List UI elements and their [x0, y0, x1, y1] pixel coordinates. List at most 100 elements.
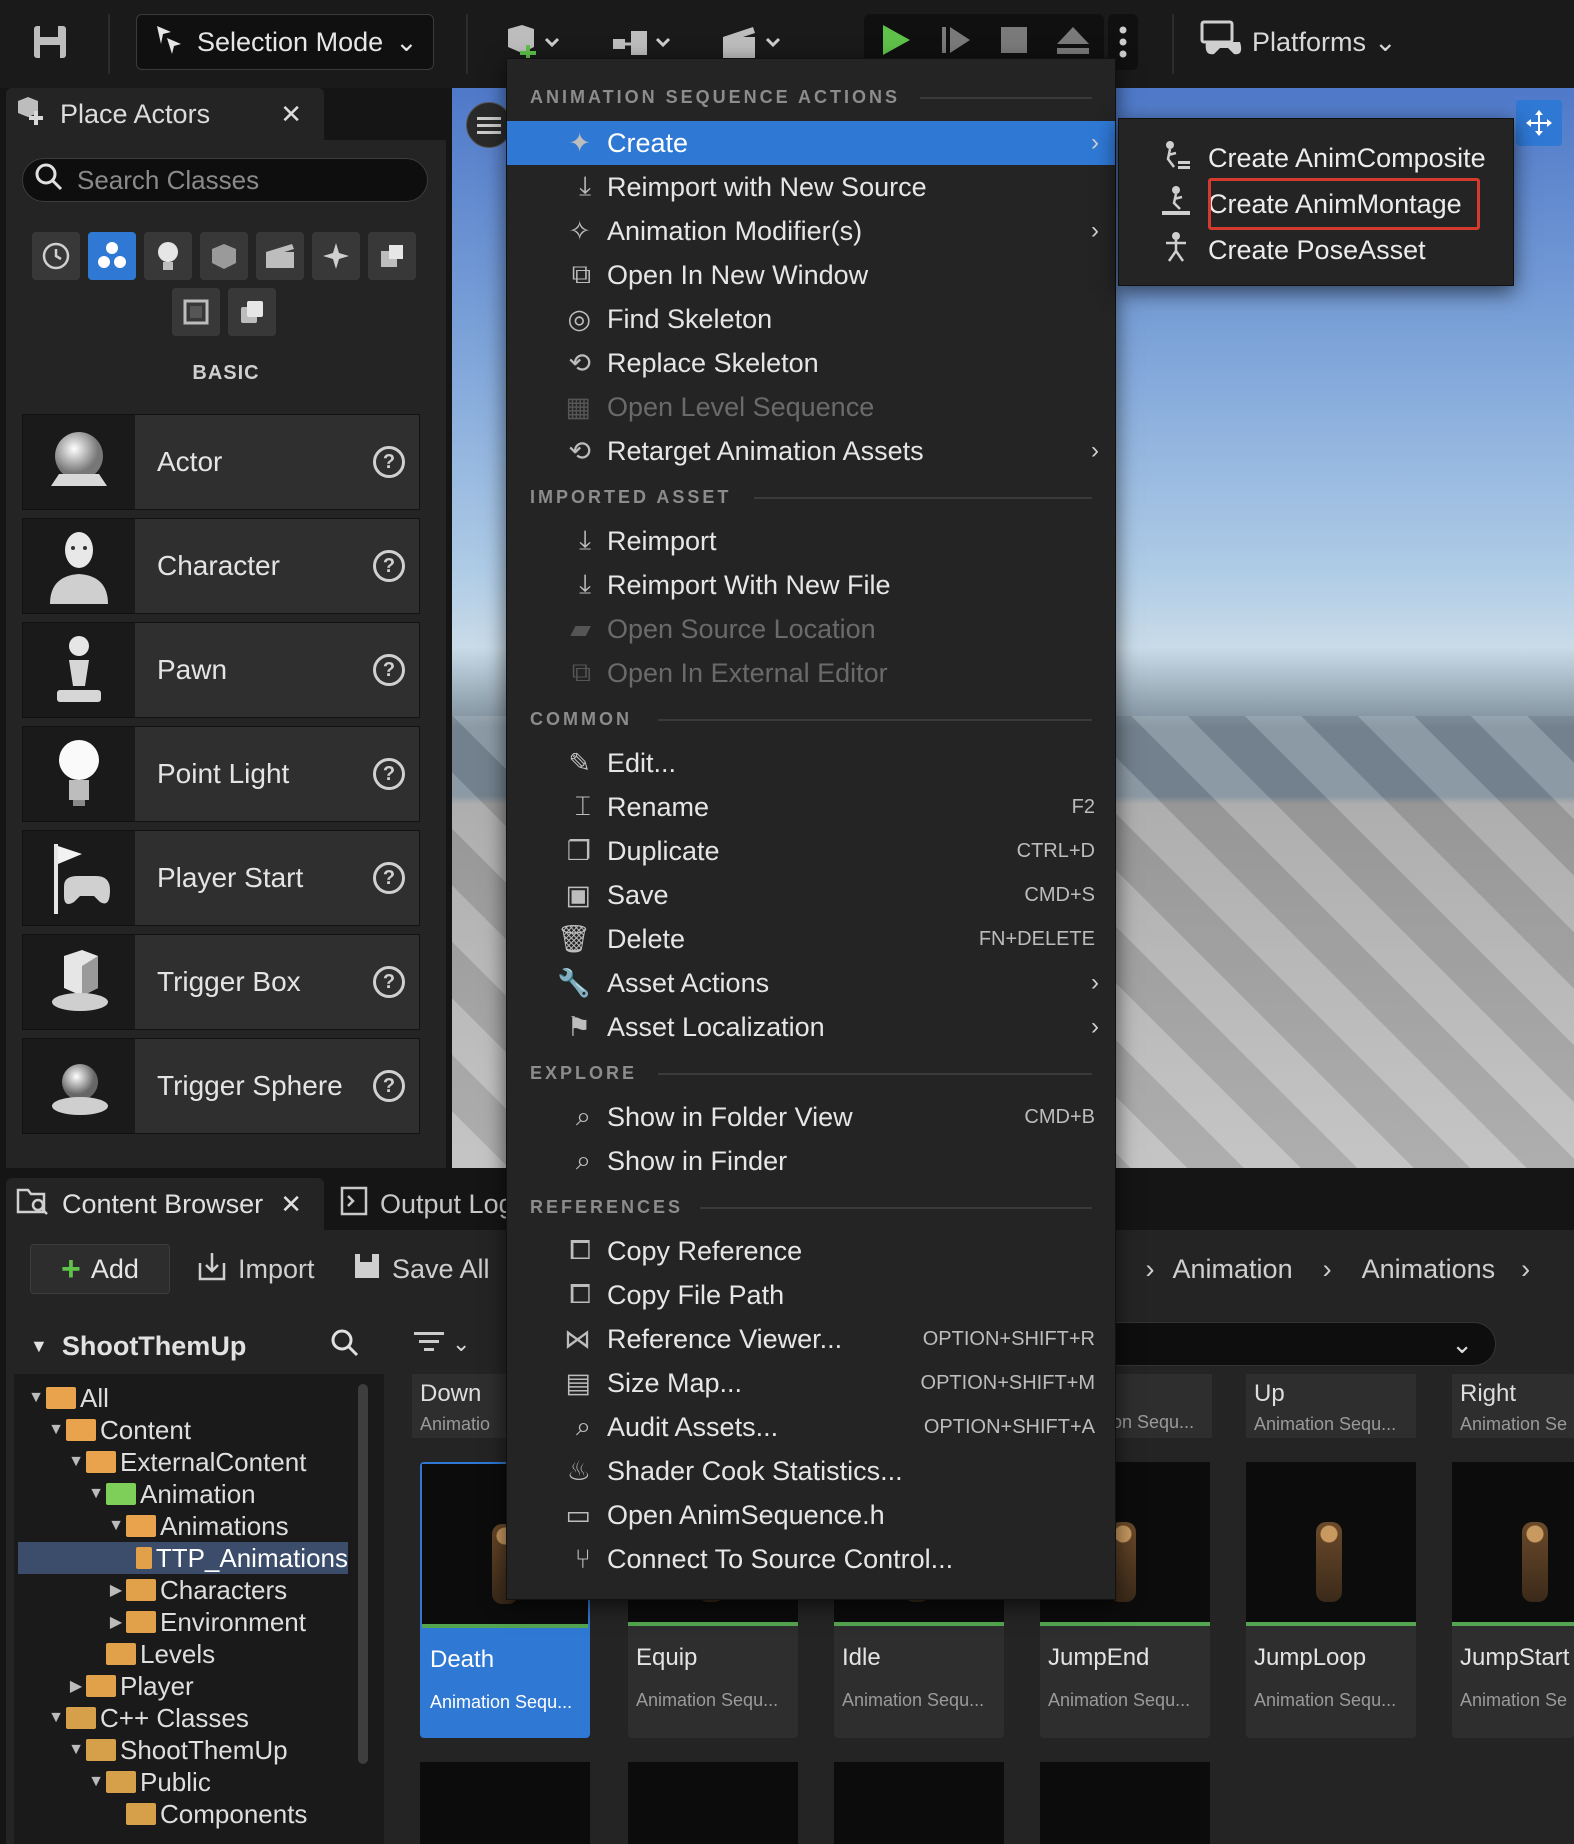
tree-item[interactable]: ▼ Animation: [18, 1478, 348, 1510]
chevron-down-icon[interactable]: ▼: [46, 1709, 66, 1727]
asset-tile[interactable]: JumpLoop Animation Sequ...: [1246, 1462, 1416, 1738]
help-icon[interactable]: ?: [373, 1070, 405, 1102]
menu-item[interactable]: ⌶ Rename F2: [507, 785, 1115, 829]
place-actors-tab[interactable]: Place Actors ✕: [6, 88, 324, 140]
chevron-right-icon[interactable]: ▶: [106, 1580, 126, 1600]
selection-mode-dropdown[interactable]: Selection Mode ⌄: [136, 14, 434, 70]
search-classes-input[interactable]: Search Classes: [22, 158, 428, 202]
tree-item[interactable]: ▼ Animations: [18, 1510, 348, 1542]
menu-item[interactable]: ⋈ Reference Viewer... OPTION+SHIFT+R: [507, 1317, 1115, 1361]
asset-tile-partial[interactable]: Right Animation Se: [1452, 1374, 1574, 1438]
menu-item[interactable]: ⌕ Show in Folder View CMD+B: [507, 1095, 1115, 1139]
menu-item[interactable]: ✧ Animation Modifier(s) ›: [507, 209, 1115, 253]
visual-effects-category-icon[interactable]: [312, 232, 360, 280]
tree-item[interactable]: ▶ Environment: [18, 1606, 348, 1638]
menu-item[interactable]: 🔧 Asset Actions ›: [507, 961, 1115, 1005]
menu-item[interactable]: ▣ Save CMD+S: [507, 873, 1115, 917]
volumes-category-icon[interactable]: [368, 232, 416, 280]
tree-item[interactable]: TTP_Animations: [18, 1542, 348, 1574]
actor-item-actor[interactable]: Actor ?: [22, 414, 420, 510]
all-classes-category-icon[interactable]: [228, 288, 276, 336]
asset-tile-partial[interactable]: on Sequ...: [1112, 1374, 1212, 1438]
create-animcomposite-item[interactable]: Create AnimComposite: [1160, 136, 1486, 180]
chevron-down-icon[interactable]: ▼: [26, 1389, 46, 1407]
help-icon[interactable]: ?: [373, 862, 405, 894]
menu-item[interactable]: ⤓ Reimport: [507, 519, 1115, 563]
menu-item[interactable]: ⟲ Retarget Animation Assets ›: [507, 429, 1115, 473]
help-icon[interactable]: ?: [373, 966, 405, 998]
actor-item-trigger-sphere[interactable]: Trigger Sphere ?: [22, 1038, 420, 1134]
asset-thumbnail-partial[interactable]: [420, 1762, 590, 1844]
tree-scrollbar[interactable]: [358, 1384, 368, 1764]
geometry-category-icon[interactable]: [172, 288, 220, 336]
menu-item[interactable]: ❐ Duplicate CTRL+D: [507, 829, 1115, 873]
play-icon[interactable]: [877, 22, 913, 63]
menu-item[interactable]: ⤓ Reimport with New Source: [507, 165, 1115, 209]
help-icon[interactable]: ?: [373, 758, 405, 790]
actor-item-trigger-box[interactable]: Trigger Box ?: [22, 934, 420, 1030]
menu-item[interactable]: ◎ Find Skeleton: [507, 297, 1115, 341]
translate-tool-icon[interactable]: [1516, 100, 1562, 146]
search-icon[interactable]: [330, 1328, 360, 1365]
chevron-down-icon[interactable]: ▼: [106, 1517, 126, 1535]
help-icon[interactable]: ?: [373, 654, 405, 686]
close-icon[interactable]: ✕: [280, 1189, 302, 1220]
asset-tile[interactable]: JumpStart Animation Se: [1452, 1462, 1574, 1738]
tree-item[interactable]: ▼ C++ Classes: [18, 1702, 348, 1734]
close-icon[interactable]: ✕: [280, 99, 302, 130]
asset-thumbnail-partial[interactable]: [1040, 1762, 1210, 1844]
chevron-right-icon[interactable]: ▶: [106, 1612, 126, 1632]
menu-item[interactable]: ✦ Create ›: [507, 121, 1115, 165]
add-button[interactable]: + Add: [30, 1244, 170, 1294]
tree-item[interactable]: ▶ Characters: [18, 1574, 348, 1606]
asset-search-input[interactable]: ⌄: [1110, 1322, 1496, 1366]
tree-item[interactable]: ▶ Player: [18, 1670, 348, 1702]
asset-tile-partial[interactable]: Up Animation Sequ...: [1246, 1374, 1416, 1438]
filter-dropdown[interactable]: ⌄: [414, 1322, 494, 1366]
chevron-right-icon[interactable]: ▶: [66, 1676, 86, 1696]
menu-item[interactable]: ⧠ Copy File Path: [507, 1273, 1115, 1317]
content-browser-tab[interactable]: Content Browser ✕: [6, 1178, 324, 1230]
tree-item[interactable]: ▼ ShootThemUp: [18, 1734, 348, 1766]
help-icon[interactable]: ?: [373, 446, 405, 478]
tree-item[interactable]: ▼ ExternalContent: [18, 1446, 348, 1478]
recent-category-icon[interactable]: [32, 232, 80, 280]
chevron-down-icon[interactable]: ▼: [66, 1453, 86, 1471]
tree-item[interactable]: ▼ Public: [18, 1766, 348, 1798]
shapes-category-icon[interactable]: [200, 232, 248, 280]
chevron-down-icon[interactable]: ▼: [46, 1421, 66, 1439]
chevron-down-icon[interactable]: ▼: [66, 1741, 86, 1759]
tree-item[interactable]: Levels: [18, 1638, 348, 1670]
actor-item-character[interactable]: Character ?: [22, 518, 420, 614]
menu-item[interactable]: ♨ Shader Cook Statistics...: [507, 1449, 1115, 1493]
create-poseasset-item[interactable]: Create PoseAsset: [1160, 228, 1426, 272]
actor-item-player-start[interactable]: Player Start ?: [22, 830, 420, 926]
save-all-button[interactable]: Save All: [352, 1244, 490, 1294]
tree-item[interactable]: ▼ Content: [18, 1414, 348, 1446]
stop-icon[interactable]: [999, 25, 1029, 60]
menu-item[interactable]: ▤ Size Map... OPTION+SHIFT+M: [507, 1361, 1115, 1405]
menu-item[interactable]: ▭ Open AnimSequence.h: [507, 1493, 1115, 1537]
save-icon[interactable]: [28, 20, 72, 64]
menu-item[interactable]: ⌕ Audit Assets... OPTION+SHIFT+A: [507, 1405, 1115, 1449]
actor-item-pawn[interactable]: Pawn ?: [22, 622, 420, 718]
output-log-tab[interactable]: Output Log: [340, 1178, 514, 1230]
menu-item[interactable]: 🗑 Delete FN+DELETE: [507, 917, 1115, 961]
menu-item[interactable]: ✎ Edit...: [507, 741, 1115, 785]
menu-item[interactable]: ⌕ Show in Finder: [507, 1139, 1115, 1183]
chevron-down-icon[interactable]: ▼: [86, 1485, 106, 1503]
chevron-down-icon[interactable]: ▼: [86, 1773, 106, 1791]
asset-thumbnail-partial[interactable]: [834, 1762, 1004, 1844]
menu-item[interactable]: ⚑ Asset Localization ›: [507, 1005, 1115, 1049]
menu-item[interactable]: ⑂ Connect To Source Control...: [507, 1537, 1115, 1581]
step-icon[interactable]: [939, 23, 973, 62]
platforms-dropdown[interactable]: Platforms ⌄: [1200, 14, 1397, 70]
asset-thumbnail-partial[interactable]: [628, 1762, 798, 1844]
actor-item-point-light[interactable]: Point Light ?: [22, 726, 420, 822]
lights-category-icon[interactable]: [144, 232, 192, 280]
menu-item[interactable]: ⟲ Replace Skeleton: [507, 341, 1115, 385]
eject-icon[interactable]: [1055, 24, 1091, 61]
basic-category-icon[interactable]: [88, 232, 136, 280]
tree-header[interactable]: ▼ ShootThemUp: [14, 1318, 384, 1374]
menu-item[interactable]: ⧉ Open In New Window: [507, 253, 1115, 297]
